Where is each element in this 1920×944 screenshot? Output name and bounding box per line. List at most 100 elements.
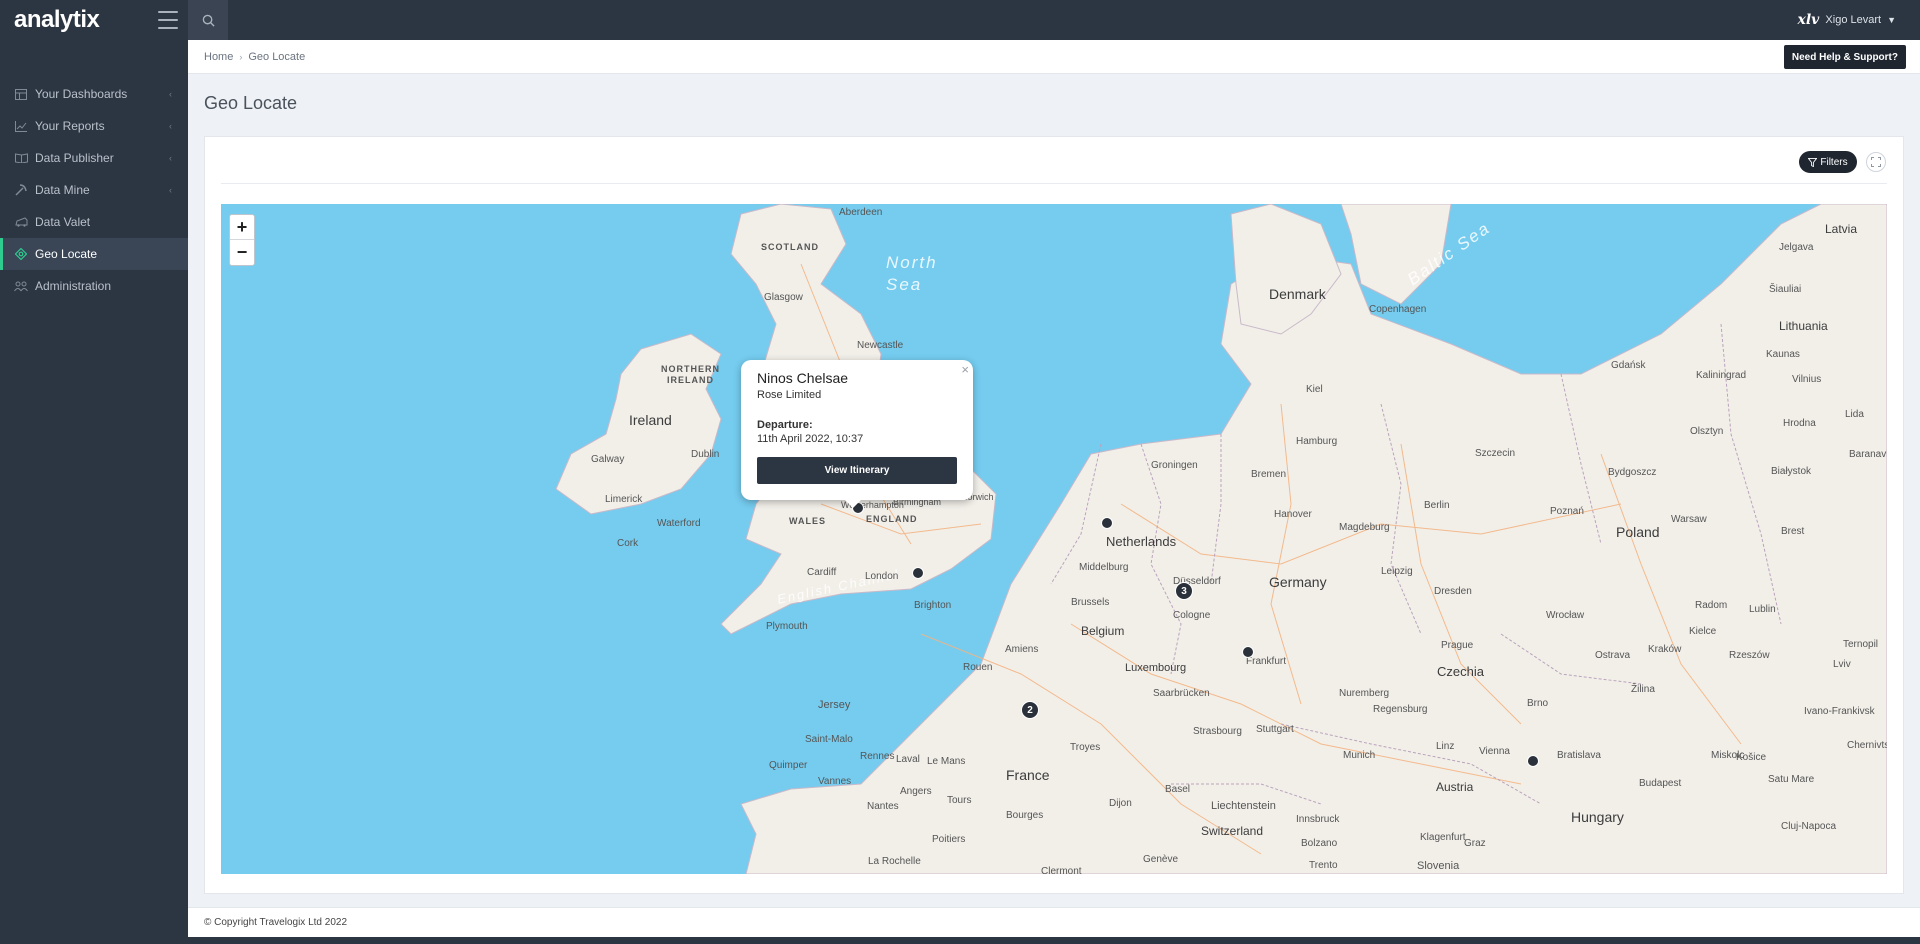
label-lithuania: Lithuania xyxy=(1779,319,1828,333)
label-magdeburg: Magdeburg xyxy=(1339,522,1390,533)
label-bialystok: Białystok xyxy=(1771,466,1812,477)
filters-button[interactable]: Filters xyxy=(1799,151,1857,173)
sidebar-item-label: Data Publisher xyxy=(35,151,114,165)
label-amiens: Amiens xyxy=(1005,644,1039,655)
zoom-in-button[interactable]: + xyxy=(230,215,254,240)
label-brighton: Brighton xyxy=(914,600,952,611)
label-le-mans: Le Mans xyxy=(927,756,966,767)
sidebar-item-data-valet[interactable]: Data Valet xyxy=(0,206,188,238)
label-copenhagen: Copenhagen xyxy=(1369,304,1427,315)
label-brest: Brest xyxy=(1781,526,1805,537)
sidebar-item-dashboards[interactable]: Your Dashboards ‹ xyxy=(0,78,188,110)
help-support-button[interactable]: Need Help & Support? xyxy=(1783,45,1906,69)
people-icon xyxy=(14,279,28,293)
label-rennes: Rennes xyxy=(860,751,895,762)
close-icon[interactable]: × xyxy=(961,362,969,377)
chevron-left-icon: ‹ xyxy=(169,89,172,99)
label-france: France xyxy=(1006,767,1050,783)
label-newcastle: Newcastle xyxy=(857,340,904,351)
label-england: ENGLAND xyxy=(866,514,918,524)
label-wales: WALES xyxy=(789,516,827,526)
label-clermont: Clermont xyxy=(1041,866,1082,874)
breadcrumb-current: Geo Locate xyxy=(248,50,306,63)
label-north-sea: North Sea xyxy=(886,253,938,294)
label-lida: Lida xyxy=(1845,409,1864,420)
menu-toggle-icon[interactable] xyxy=(158,11,178,29)
label-luxembourg: Luxembourg xyxy=(1125,662,1187,674)
label-leipzig: Leipzig xyxy=(1381,566,1413,577)
view-itinerary-button[interactable]: View Itinerary xyxy=(757,457,957,484)
label-ivano-frankivsk: Ivano-Frankivsk xyxy=(1804,706,1875,717)
map-marker[interactable] xyxy=(1527,755,1539,767)
label-quimper: Quimper xyxy=(769,760,808,771)
label-vilnius: Vilnius xyxy=(1792,374,1822,385)
user-menu[interactable]: xlv Xigo Levart ▼ xyxy=(1797,0,1896,40)
breadcrumb: Home › Geo Locate Need Help & Support? xyxy=(188,40,1920,74)
sidebar-item-geo-locate[interactable]: Geo Locate xyxy=(0,238,188,270)
sidebar-item-data-mine[interactable]: Data Mine ‹ xyxy=(0,174,188,206)
brand-name: analytix xyxy=(14,6,100,33)
label-cologne: Cologne xyxy=(1173,610,1211,621)
label-poitiers: Poitiers xyxy=(932,834,966,845)
fullscreen-button[interactable] xyxy=(1866,152,1886,172)
label-limerick: Limerick xyxy=(605,494,643,505)
label-strasbourg: Strasbourg xyxy=(1193,726,1242,737)
label-germany: Germany xyxy=(1269,574,1327,590)
sidebar-item-label: Your Dashboards xyxy=(35,87,128,101)
map-marker[interactable] xyxy=(1242,646,1254,658)
label-kaliningrad: Kaliningrad xyxy=(1696,370,1747,381)
map-popup: × Ninos Chelsae Rose Limited Departure: … xyxy=(741,360,973,508)
label-frankfurt: Frankfurt xyxy=(1246,656,1287,667)
label-hamburg: Hamburg xyxy=(1296,436,1338,447)
sidebar-item-publisher[interactable]: Data Publisher ‹ xyxy=(0,142,188,174)
zoom-out-button[interactable]: − xyxy=(230,240,254,265)
label-budapest: Budapest xyxy=(1639,778,1682,789)
map-cluster-marker[interactable]: 3 xyxy=(1175,582,1193,600)
map-marker[interactable] xyxy=(1101,517,1113,529)
label-ostrava: Ostrava xyxy=(1595,650,1631,661)
label-satu-mare: Satu Mare xyxy=(1768,774,1815,785)
breadcrumb-home[interactable]: Home xyxy=(204,51,233,63)
top-bar: analytix xlv Xigo Levart ▼ xyxy=(0,0,1920,40)
popup-title: Ninos Chelsae xyxy=(757,370,849,386)
sidebar-item-reports[interactable]: Your Reports ‹ xyxy=(0,110,188,142)
label-siauliai: Šiauliai xyxy=(1769,284,1802,295)
chevron-left-icon: ‹ xyxy=(169,121,172,131)
label-berlin: Berlin xyxy=(1424,500,1450,511)
filters-label: Filters xyxy=(1820,156,1848,168)
sidebar-item-label: Administration xyxy=(35,279,112,293)
popup-subtitle: Rose Limited xyxy=(757,389,822,401)
label-cardiff: Cardiff xyxy=(807,567,837,578)
search-button[interactable] xyxy=(188,0,228,40)
popup-departure-label: Departure: xyxy=(757,419,813,431)
label-chernivtsi: Chernivtsi xyxy=(1847,740,1887,751)
label-kielce: Kielce xyxy=(1689,626,1717,637)
label-aberdeen: Aberdeen xyxy=(839,207,883,218)
label-belgium: Belgium xyxy=(1081,624,1125,638)
label-plymouth: Plymouth xyxy=(766,621,808,632)
sidebar: Your Dashboards ‹ Your Reports ‹ Data Pu… xyxy=(0,40,188,944)
label-saarbrucken: Saarbrücken xyxy=(1153,688,1210,699)
label-tours: Tours xyxy=(947,795,972,806)
expand-icon xyxy=(1871,157,1881,167)
label-dublin: Dublin xyxy=(691,449,720,460)
label-bolzano: Bolzano xyxy=(1301,838,1338,849)
label-northern-ireland: NORTHERN IRELAND xyxy=(661,364,720,385)
label-hungary: Hungary xyxy=(1571,809,1624,825)
label-lviv: Lviv xyxy=(1833,659,1851,670)
label-vannes: Vannes xyxy=(818,776,852,787)
label-london: London xyxy=(865,571,899,582)
map-view[interactable]: + − North Sea Baltic Sea English Channel… xyxy=(221,204,1887,874)
sidebar-item-label: Your Reports xyxy=(35,119,105,133)
label-austria: Austria xyxy=(1436,780,1474,794)
map-marker[interactable] xyxy=(912,567,924,579)
map-cluster-marker[interactable]: 2 xyxy=(1021,701,1039,719)
label-brussels: Brussels xyxy=(1071,597,1110,608)
label-wroclaw: Wrocław xyxy=(1546,610,1585,621)
label-rzeszow: Rzeszów xyxy=(1729,650,1770,661)
sidebar-item-administration[interactable]: Administration xyxy=(0,270,188,302)
map-panel: Filters + − North Sea Baltic Sea English… xyxy=(204,136,1904,894)
label-szczecin: Szczecin xyxy=(1475,448,1516,459)
label-bourges: Bourges xyxy=(1006,810,1044,821)
sidebar-item-label: Data Mine xyxy=(35,183,90,197)
